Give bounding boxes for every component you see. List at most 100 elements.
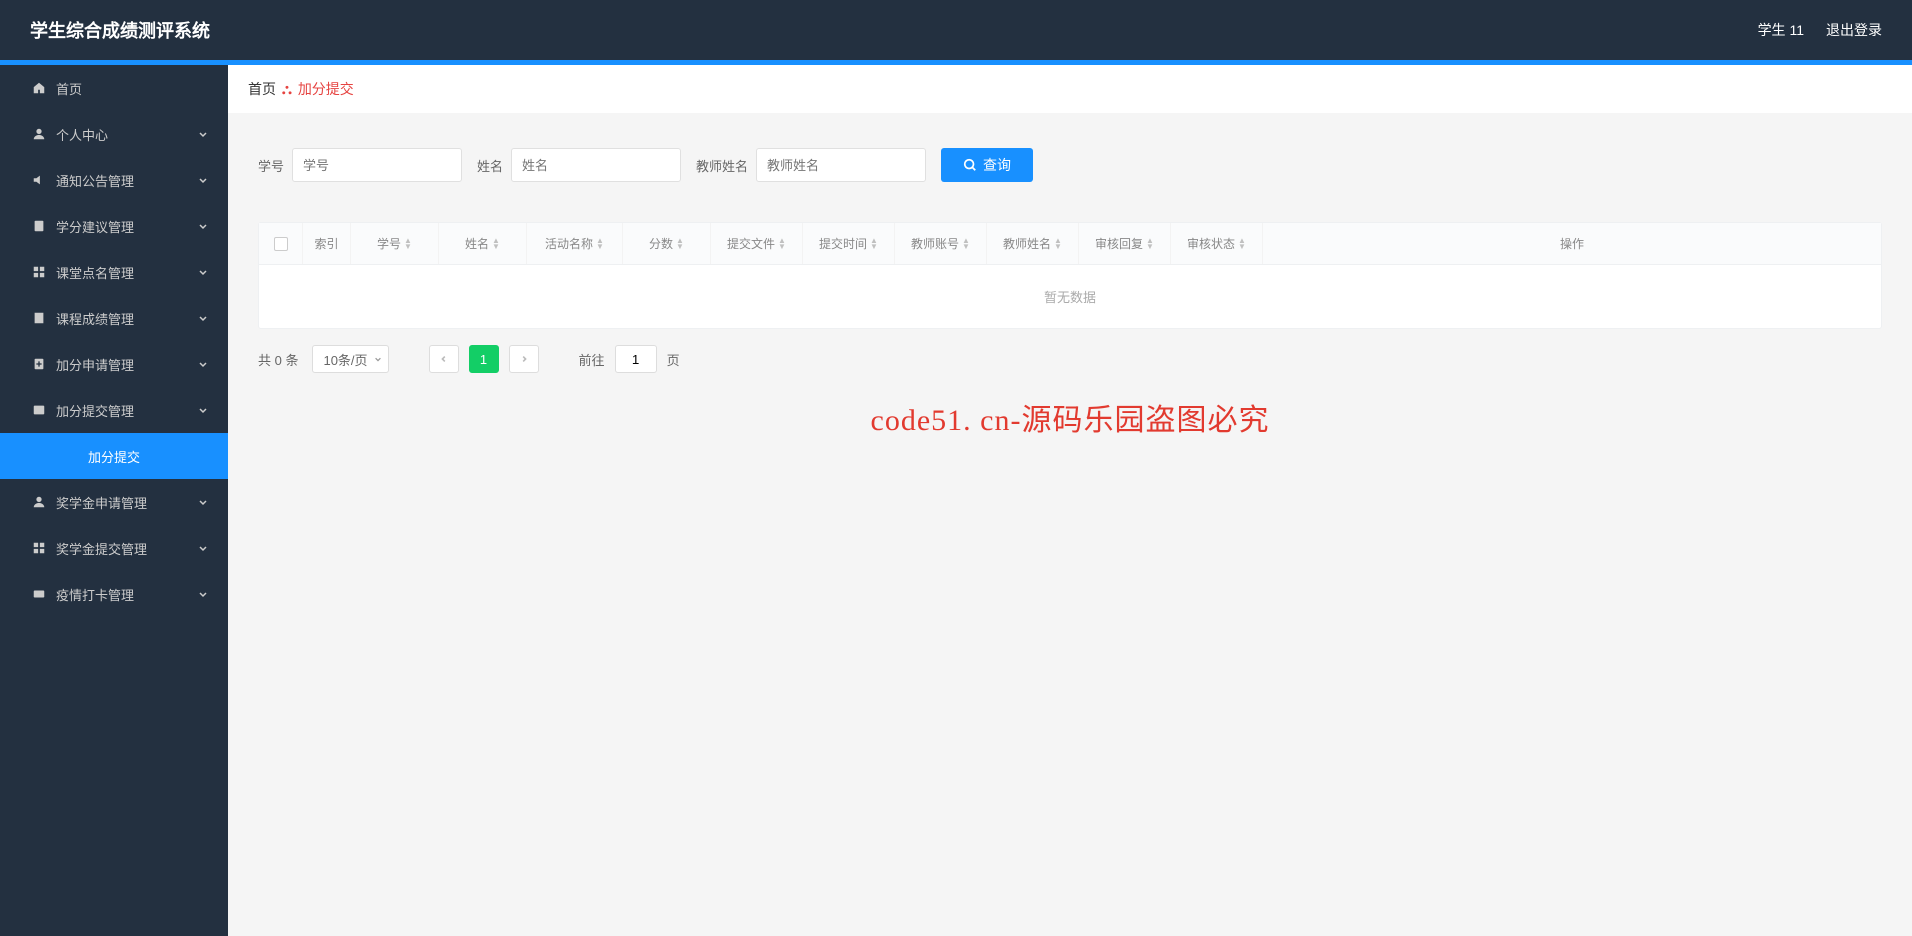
sidebar-item-course-score[interactable]: 课程成绩管理	[0, 295, 228, 341]
sort-icon: ▲▼	[404, 238, 412, 250]
checkbox-icon[interactable]	[274, 237, 288, 251]
pagination: 共 0 条 10条/页 1 前往 页	[258, 345, 1882, 373]
sidebar-item-label: 奖学金申请管理	[56, 493, 147, 512]
breadcrumb-current: 加分提交	[298, 79, 354, 99]
search-icon	[963, 158, 977, 172]
sidebar-item-label: 课堂点名管理	[56, 263, 134, 282]
app-header: 学生综合成绩测评系统 学生 11 退出登录	[0, 0, 1912, 60]
user-name[interactable]: 学生 11	[1758, 20, 1804, 40]
sidebar-item-label: 加分申请管理	[56, 355, 134, 374]
sort-icon: ▲▼	[676, 238, 684, 250]
sidebar-item-label: 首页	[56, 79, 82, 98]
user-icon	[32, 127, 46, 141]
card-icon	[32, 587, 46, 601]
sort-icon: ▲▼	[1054, 238, 1062, 250]
speaker-icon	[32, 173, 46, 187]
empty-state: 暂无数据	[259, 265, 1881, 328]
search-bar: 学号 姓名 教师姓名 查询	[258, 148, 1882, 182]
chevron-down-icon	[198, 129, 208, 139]
pager-jump-label: 前往	[579, 350, 605, 369]
sidebar-item-bonus-submit-mgr[interactable]: 加分提交管理	[0, 387, 228, 433]
query-button-label: 查询	[983, 155, 1011, 175]
col-name[interactable]: 姓名▲▼	[439, 223, 527, 264]
sort-icon: ▲▼	[870, 238, 878, 250]
col-teacher-name[interactable]: 教师姓名▲▼	[987, 223, 1079, 264]
search-input-teacher[interactable]	[756, 148, 926, 182]
search-input-name[interactable]	[511, 148, 681, 182]
sidebar-item-home[interactable]: 首页	[0, 65, 228, 111]
pager-page-1[interactable]: 1	[469, 345, 499, 373]
sidebar-item-label: 加分提交管理	[56, 401, 134, 420]
sort-icon: ▲▼	[962, 238, 970, 250]
search-label-num: 学号	[258, 156, 284, 175]
col-teacher-acc[interactable]: 教师账号▲▼	[895, 223, 987, 264]
pager-jump-input[interactable]	[615, 345, 657, 373]
search-input-num[interactable]	[292, 148, 462, 182]
sort-icon: ▲▼	[778, 238, 786, 250]
sort-icon: ▲▼	[492, 238, 500, 250]
table-header: 索引 学号▲▼ 姓名▲▼ 活动名称▲▼ 分数▲▼ 提交文件▲▼ 提交时间▲▼ 教…	[259, 223, 1881, 265]
data-table: 索引 学号▲▼ 姓名▲▼ 活动名称▲▼ 分数▲▼ 提交文件▲▼ 提交时间▲▼ 教…	[258, 222, 1882, 329]
sidebar-item-label: 加分提交	[88, 447, 140, 466]
pager-jump-suffix: 页	[667, 350, 680, 369]
page-size-select[interactable]: 10条/页	[312, 345, 388, 373]
chevron-down-icon	[374, 355, 382, 363]
col-index[interactable]: 索引	[303, 223, 351, 264]
col-time[interactable]: 提交时间▲▼	[803, 223, 895, 264]
clipboard-icon	[32, 219, 46, 233]
col-status[interactable]: 审核状态▲▼	[1171, 223, 1263, 264]
header-right: 学生 11 退出登录	[1758, 20, 1882, 40]
watermark-overlay-text: code51. cn-源码乐园盗图必究	[228, 395, 1912, 439]
breadcrumb-sep-icon: ⛬	[282, 81, 292, 98]
book-icon	[32, 311, 46, 325]
chevron-down-icon	[198, 497, 208, 507]
sidebar-item-label: 个人中心	[56, 125, 108, 144]
submit-icon	[32, 403, 46, 417]
chevron-down-icon	[198, 267, 208, 277]
col-reply[interactable]: 审核回复▲▼	[1079, 223, 1171, 264]
home-icon	[32, 81, 46, 95]
accent-strip	[0, 60, 1912, 65]
breadcrumb-home[interactable]: 首页	[248, 79, 276, 99]
col-score[interactable]: 分数▲▼	[623, 223, 711, 264]
chevron-down-icon	[198, 543, 208, 553]
sidebar-item-label: 疫情打卡管理	[56, 585, 134, 604]
sidebar-item-bonus-apply[interactable]: 加分申请管理	[0, 341, 228, 387]
chevron-down-icon	[198, 221, 208, 231]
sidebar-item-scholarship-apply[interactable]: 奖学金申请管理	[0, 479, 228, 525]
logout-link[interactable]: 退出登录	[1826, 20, 1882, 40]
col-ops: 操作	[1263, 223, 1881, 264]
pager-next-button[interactable]	[509, 345, 539, 373]
award-grid-icon	[32, 541, 46, 555]
sidebar-item-label: 课程成绩管理	[56, 309, 134, 328]
sort-icon: ▲▼	[1146, 238, 1154, 250]
sort-icon: ▲▼	[596, 238, 604, 250]
sidebar-item-scholarship-submit[interactable]: 奖学金提交管理	[0, 525, 228, 571]
app-title: 学生综合成绩测评系统	[30, 17, 210, 43]
chevron-down-icon	[198, 405, 208, 415]
chevron-down-icon	[198, 313, 208, 323]
col-activity[interactable]: 活动名称▲▼	[527, 223, 623, 264]
chevron-down-icon	[198, 359, 208, 369]
search-label-teacher: 教师姓名	[696, 156, 748, 175]
sidebar-item-credit[interactable]: 学分建议管理	[0, 203, 228, 249]
pager-prev-button[interactable]	[429, 345, 459, 373]
sidebar-item-label: 通知公告管理	[56, 171, 134, 190]
sidebar-item-rollcall[interactable]: 课堂点名管理	[0, 249, 228, 295]
pager-total: 共 0 条	[258, 350, 298, 369]
col-checkbox[interactable]	[259, 223, 303, 264]
col-num[interactable]: 学号▲▼	[351, 223, 439, 264]
plus-doc-icon	[32, 357, 46, 371]
sidebar: 首页 个人中心 通知公告管理 学分建议管理	[0, 65, 228, 936]
sidebar-item-label: 奖学金提交管理	[56, 539, 147, 558]
sidebar-item-bonus-submit[interactable]: 加分提交	[0, 433, 228, 479]
query-button[interactable]: 查询	[941, 148, 1033, 182]
sidebar-item-profile[interactable]: 个人中心	[0, 111, 228, 157]
chevron-down-icon	[198, 175, 208, 185]
main-area: 首页 ⛬ 加分提交 学号 姓名 教师姓名 查询	[228, 65, 1912, 936]
grid-icon	[32, 265, 46, 279]
sidebar-item-notice[interactable]: 通知公告管理	[0, 157, 228, 203]
search-label-name: 姓名	[477, 156, 503, 175]
col-file[interactable]: 提交文件▲▼	[711, 223, 803, 264]
sidebar-item-epidemic[interactable]: 疫情打卡管理	[0, 571, 228, 617]
